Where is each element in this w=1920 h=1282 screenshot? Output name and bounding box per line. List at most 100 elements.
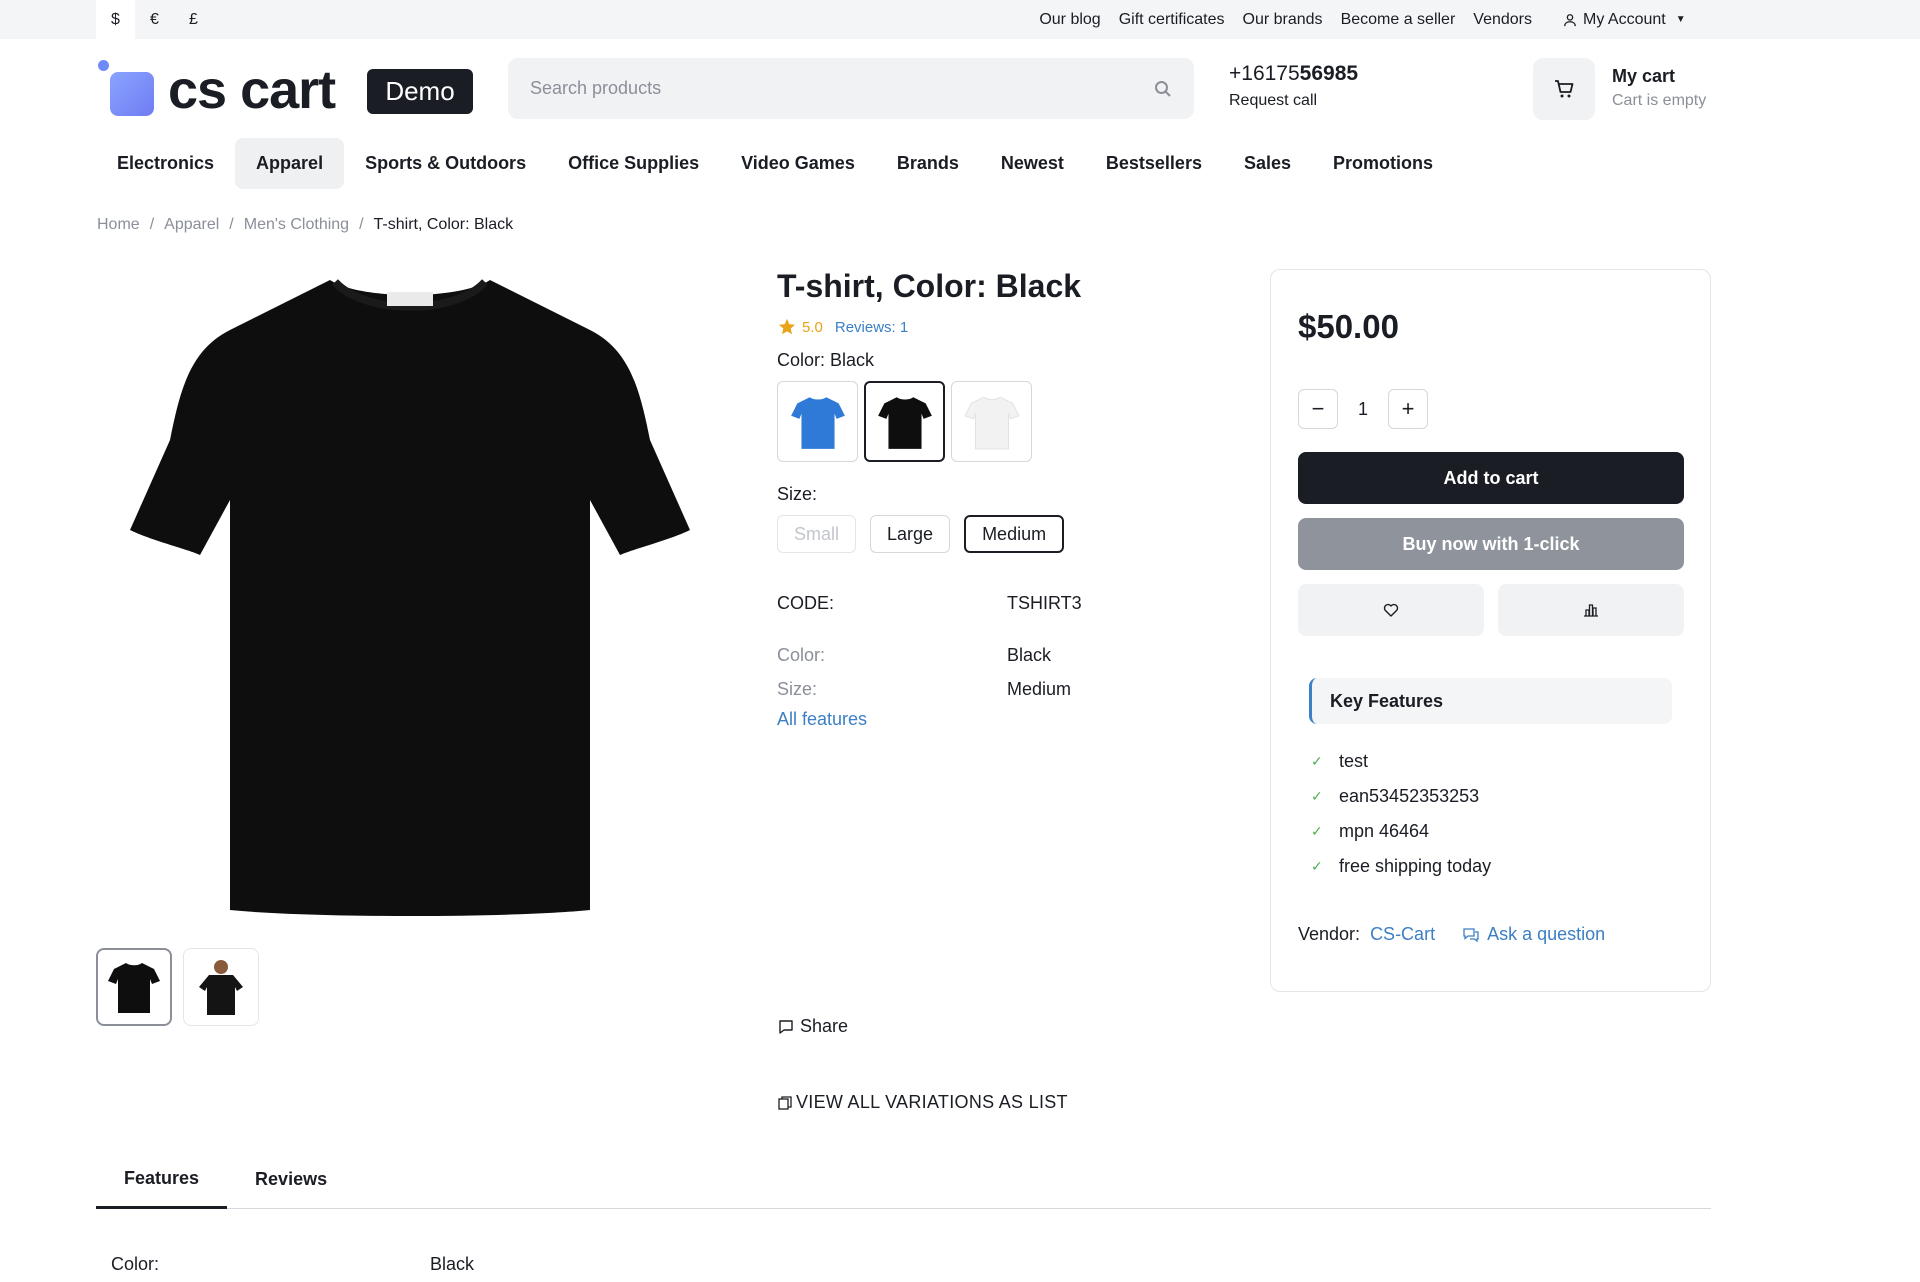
feature-size-label: Size: [777,679,818,699]
search-input[interactable] [530,78,1154,99]
size-large[interactable]: Large [870,515,951,553]
add-to-cart-button[interactable]: Add to cart [1298,452,1684,504]
currency-usd[interactable]: $ [96,0,135,39]
breadcrumb-home[interactable]: Home [97,216,140,234]
copy-icon [778,1095,792,1110]
product-tabs: Features Reviews [96,1150,1711,1209]
breadcrumb: Home / Apparel / Men's Clothing / T-shir… [97,216,513,234]
size-options: Small Large Medium [777,515,1065,553]
swatch-black[interactable] [864,381,945,462]
currency-gbp[interactable]: £ [174,0,213,39]
variations-label: VIEW ALL VARIATIONS AS LIST [796,1092,1068,1112]
nav-promotions[interactable]: Promotions [1312,138,1454,189]
cart-button[interactable] [1533,58,1595,120]
breadcrumb-separator: / [229,216,234,233]
nav-office-supplies[interactable]: Office Supplies [547,138,720,189]
tshirt-image [130,279,690,916]
swatch-white[interactable] [951,381,1032,462]
logo-dot [98,60,109,71]
currency-eur[interactable]: € [135,0,174,39]
nav-sales[interactable]: Sales [1223,138,1312,189]
breadcrumb-mens-clothing[interactable]: Men's Clothing [244,216,349,234]
cart-status: Cart is empty [1612,92,1707,109]
quantity-stepper: − 1 + [1298,389,1428,429]
cart-icon [1555,80,1574,98]
top-bar: $ € £ Our blog Gift certificates Our bra… [0,0,1920,39]
logo-square [110,72,154,116]
compare-icon [1584,604,1598,617]
check-icon: ✓ [1311,858,1323,874]
compare-button[interactable] [1498,584,1684,636]
nav-electronics[interactable]: Electronics [96,138,235,189]
quantity-decrease-button[interactable]: − [1298,389,1338,429]
quantity-value[interactable]: 1 [1338,399,1388,420]
breadcrumb-separator: / [149,216,155,233]
color-value: Black [830,350,875,370]
tshirt-blue-icon [790,396,845,449]
logo[interactable]: cs cart [96,58,356,120]
my-account-menu[interactable]: My Account ▼ [1563,0,1686,39]
thumbnail-front[interactable] [96,948,172,1026]
size-small[interactable]: Small [777,515,857,553]
chat-icon [1463,927,1479,942]
share-label: Share [800,1016,849,1036]
product-rating: 5.0 Reviews: 1 [778,318,908,336]
vendor-label: Vendor: [1298,924,1361,944]
vendor-link[interactable]: CS-Cart [1370,924,1435,945]
link-vendors[interactable]: Vendors [1473,11,1532,29]
top-links: Our blog Gift certificates Our brands Be… [1039,0,1532,39]
main-nav: Electronics Apparel Sports & Outdoors Of… [96,138,1454,189]
nav-video-games[interactable]: Video Games [720,138,876,189]
heart-icon [1383,603,1399,617]
link-gift-certificates[interactable]: Gift certificates [1119,11,1225,29]
cart-summary[interactable]: My cart Cart is empty [1612,66,1706,110]
feature-color-value: Black [1007,645,1052,665]
comment-icon [779,1019,793,1034]
link-our-brands[interactable]: Our brands [1243,11,1323,29]
thumbnail-model[interactable] [183,948,259,1026]
phone-number[interactable]: +1617556985 [1229,62,1358,86]
all-features-link[interactable]: All features [777,709,867,730]
key-feature-item: ✓ ean53452353253 [1311,786,1480,806]
ask-question-link[interactable]: Ask a question [1463,924,1605,945]
tab-reviews[interactable]: Reviews [227,1150,355,1209]
key-feature-item: ✓ mpn 46464 [1311,821,1430,841]
nav-bestsellers[interactable]: Bestsellers [1085,138,1223,189]
reviews-link[interactable]: Reviews: 1 [835,319,908,336]
feature-color-label: Color: [777,645,826,665]
size-medium[interactable]: Medium [964,515,1065,553]
buy-box: $50.00 − 1 + Add to cart Buy now with 1-… [1270,269,1711,992]
nav-sports-outdoors[interactable]: Sports & Outdoors [344,138,547,189]
size-label: Size: [777,484,818,504]
tab-features[interactable]: Features [96,1150,228,1209]
link-our-blog[interactable]: Our blog [1039,11,1100,29]
nav-brands[interactable]: Brands [876,138,980,189]
link-become-seller[interactable]: Become a seller [1341,11,1456,29]
tshirt-white-icon [963,396,1020,449]
breadcrumb-apparel[interactable]: Apparel [164,216,219,234]
tshirt-black-icon [877,396,932,449]
currency-switcher: $ € £ [96,0,213,39]
search-bar [508,58,1194,119]
buy-one-click-button[interactable]: Buy now with 1-click [1298,518,1684,570]
code-label: CODE: [777,593,835,613]
quantity-increase-button[interactable]: + [1388,389,1428,429]
check-icon: ✓ [1311,823,1323,839]
key-feature-item: ✓ free shipping today [1311,856,1492,876]
nav-newest[interactable]: Newest [980,138,1085,189]
view-variations-link[interactable]: VIEW ALL VARIATIONS AS LIST [778,1092,1068,1113]
my-account-label: My Account [1583,10,1666,28]
search-icon[interactable] [1154,80,1172,98]
product-main-image[interactable] [130,270,690,920]
swatch-blue[interactable] [777,381,858,462]
tab-feature-value: Black [430,1254,475,1274]
request-call-link[interactable]: Request call [1229,92,1358,110]
tab-feature-name: Color: [111,1254,160,1274]
wishlist-button[interactable] [1298,584,1484,636]
share-button[interactable]: Share [778,1016,848,1037]
nav-apparel[interactable]: Apparel [235,138,345,189]
color-swatches [777,381,1032,462]
product-price: $50.00 [1298,308,1399,345]
demo-badge: Demo [367,69,473,114]
logo-text: cs cart [168,60,336,120]
